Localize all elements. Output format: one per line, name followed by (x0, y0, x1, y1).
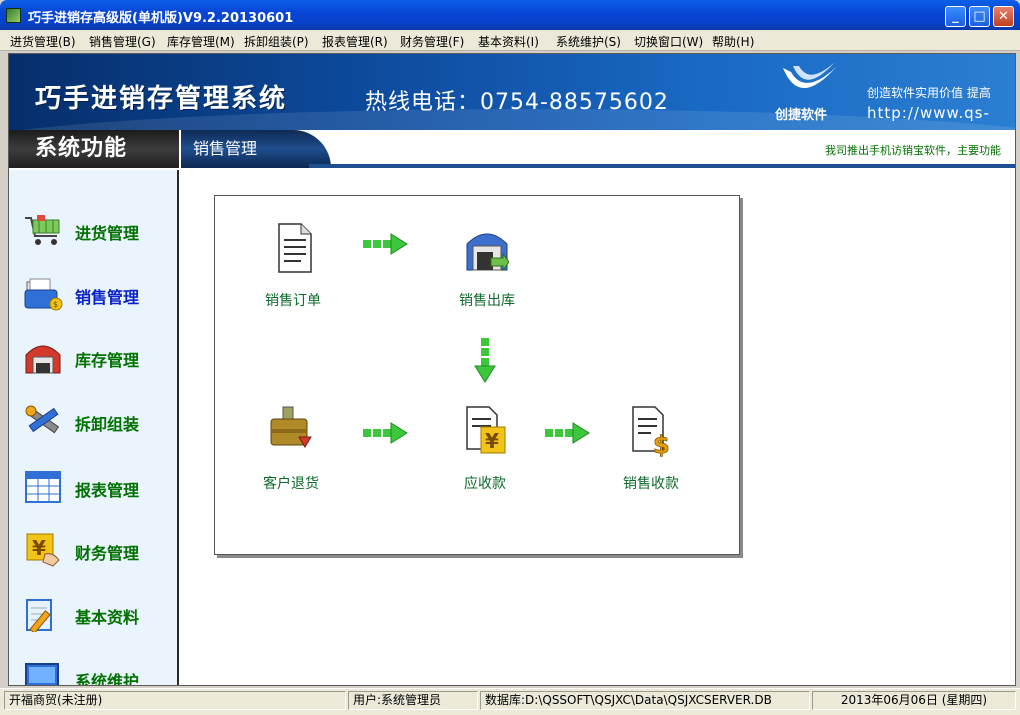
sidebar-item-label: 库存管理 (75, 351, 140, 370)
flow-node-sales-collection[interactable]: $ 销售收款 (591, 401, 711, 505)
flow-arrow-right-icon (363, 422, 408, 444)
website-link[interactable]: http://www.qs- (867, 104, 990, 122)
svg-text:¥: ¥ (485, 429, 499, 453)
flow-node-receivable[interactable]: ¥ 应收款 (425, 401, 545, 505)
status-bar: 开福商贸(未注册) 用户:系统管理员 数据库:D:\QSSOFT\QSJXC\D… (0, 688, 1020, 715)
header-divider (309, 164, 1015, 168)
wallet-icon: $ (24, 278, 63, 311)
menu-reports[interactable]: 报表管理(R) (322, 33, 388, 50)
flow-node-label: 销售订单 (265, 293, 321, 309)
status-company: 开福商贸(未注册) (4, 691, 346, 710)
current-module-title: 销售管理 (181, 130, 331, 168)
menu-assembly[interactable]: 拆卸组装(P) (244, 33, 309, 50)
sidebar-item-assembly[interactable]: 拆卸组装 (9, 397, 177, 445)
news-ticker: 我司推出手机访销宝软件，主要功能 (825, 144, 1001, 157)
hotline-text: 热线电话：0754-88575602 (365, 90, 669, 115)
app-icon[interactable] (6, 8, 21, 23)
menu-sales[interactable]: 销售管理(G) (89, 33, 156, 50)
minimize-button[interactable]: _ (945, 6, 966, 27)
app-window: 巧手进销存高级版(单机版)V9.2.20130601 _ □ ✕ 进货管理(B)… (0, 0, 1020, 715)
sidebar-item-label: 拆卸组装 (75, 415, 140, 434)
table-icon (25, 471, 61, 503)
sidebar-item-label: 报表管理 (75, 481, 140, 500)
flow-node-label: 销售收款 (623, 476, 679, 492)
receivable-icon: ¥ (466, 406, 506, 454)
status-user: 用户:系统管理员 (348, 691, 478, 710)
logo-text: 创捷软件 (775, 108, 828, 123)
sidebar-item-sales[interactable]: $ 销售管理 (9, 270, 177, 318)
sidebar-item-label: 财务管理 (75, 544, 140, 563)
sidebar-item-basic-data[interactable]: 基本资料 (9, 590, 177, 638)
window-title: 巧手进销存高级版(单机版)V9.2.20130601 (28, 11, 294, 26)
menu-system[interactable]: 系统维护(S) (556, 33, 621, 50)
sidebar-item-label: 销售管理 (75, 288, 140, 307)
warehouse-icon (25, 345, 61, 374)
flow-arrow-right-icon (363, 233, 408, 255)
logo-icon (783, 62, 837, 89)
flow-node-label: 客户退货 (263, 476, 319, 492)
sidebar-item-inventory[interactable]: 库存管理 (9, 333, 177, 381)
flow-node-label: 应收款 (464, 476, 506, 492)
flow-node-customer-return[interactable]: 客户退货 (231, 401, 351, 505)
sub-header: 系统功能 销售管理 我司推出手机访销宝软件，主要功能 (9, 130, 1015, 168)
warehouse-out-icon (466, 233, 509, 272)
flow-node-sales-outbound[interactable]: 销售出库 (427, 218, 547, 322)
menu-inventory[interactable]: 库存管理(M) (167, 33, 235, 50)
sidebar-item-label: 系统维护 (75, 672, 140, 686)
monitor-icon (25, 663, 59, 685)
status-date: 2013年06月06日 (星期四) (812, 691, 1016, 710)
shopping-cart-icon (25, 215, 60, 245)
sidebar-item-label: 基本资料 (75, 608, 140, 627)
slogan-text: 创造软件实用价值 提高 (867, 86, 991, 100)
menu-finance[interactable]: 财务管理(F) (400, 33, 464, 50)
system-functions-title: 系统功能 (9, 130, 179, 168)
sidebar: 进货管理 $ 销售管理 库存管理 拆卸组装 报表管理 ¥ 财务管理 基本资料 系… (9, 170, 179, 686)
svg-text:$: $ (653, 431, 670, 457)
notepad-pencil-icon (26, 599, 52, 632)
briefcase-return-icon (270, 406, 312, 448)
menu-purchase[interactable]: 进货管理(B) (10, 33, 76, 50)
sidebar-item-system[interactable]: 系统维护 (9, 654, 177, 686)
sidebar-item-reports[interactable]: 报表管理 (9, 463, 177, 511)
main-content: 巧手进销存管理系统 热线电话：0754-88575602 创捷软件 创造软件实用… (8, 53, 1016, 686)
document-icon (278, 223, 312, 273)
banner-title: 巧手进销存管理系统 (35, 84, 288, 114)
tools-icon (25, 405, 60, 434)
title-bar[interactable]: 巧手进销存高级版(单机版)V9.2.20130601 _ □ ✕ (0, 0, 1020, 30)
header-banner: 巧手进销存管理系统 热线电话：0754-88575602 创捷软件 创造软件实用… (9, 54, 1015, 134)
menu-help[interactable]: 帮助(H) (712, 33, 754, 50)
maximize-button[interactable]: □ (969, 6, 990, 27)
dollar-document-icon: $ (632, 406, 670, 457)
sales-flow-panel: 销售订单 销售出库 客户退货 ¥ 应收款 $ 销售收款 (214, 195, 740, 555)
yen-icon: ¥ (26, 533, 60, 567)
close-button[interactable]: ✕ (993, 6, 1014, 27)
menu-basic-data[interactable]: 基本资料(I) (478, 33, 539, 50)
sidebar-item-purchase[interactable]: 进货管理 (9, 206, 177, 254)
menu-bar: 进货管理(B) 销售管理(G) 库存管理(M) 拆卸组装(P) 报表管理(R) … (0, 30, 1020, 51)
flow-node-sales-order[interactable]: 销售订单 (233, 218, 353, 322)
flow-arrow-right-icon (545, 422, 590, 444)
menu-window[interactable]: 切换窗口(W) (634, 33, 703, 50)
flow-node-label: 销售出库 (459, 293, 515, 309)
sidebar-item-finance[interactable]: ¥ 财务管理 (9, 526, 177, 574)
status-database: 数据库:D:\QSSOFT\QSJXC\Data\QSJXCSERVER.DB (480, 691, 810, 710)
sidebar-item-label: 进货管理 (75, 224, 140, 243)
flow-arrow-down-icon (474, 338, 496, 383)
svg-text:$: $ (53, 300, 58, 309)
